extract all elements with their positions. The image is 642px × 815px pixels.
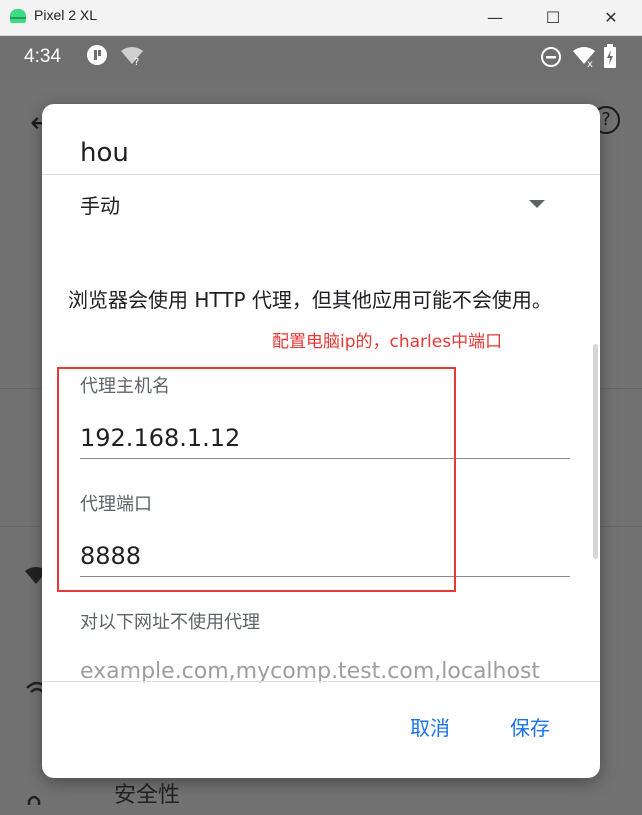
wifi-unknown-icon: ? <box>120 46 144 71</box>
app-notification-icon <box>86 44 108 71</box>
minimize-button[interactable]: — <box>472 0 518 35</box>
bypass-label: 对以下网址不使用代理 <box>80 612 260 633</box>
annotation-text: 配置电脑ip的，charles中端口 <box>272 332 503 352</box>
maximize-button[interactable]: ☐ <box>530 0 576 35</box>
save-button[interactable]: 保存 <box>510 712 550 741</box>
cancel-button[interactable]: 取消 <box>410 712 450 741</box>
window-title: Pixel 2 XL <box>34 7 98 23</box>
dialog-title: hou <box>80 138 129 168</box>
svg-text:?: ? <box>134 57 139 66</box>
svg-text:x: x <box>587 59 593 68</box>
dialog-title-divider <box>42 174 600 175</box>
dialog-actions-divider <box>42 681 600 682</box>
do-not-disturb-icon <box>540 46 562 73</box>
status-time: 4:34 <box>24 46 61 67</box>
dialog-scrollbar[interactable] <box>593 344 598 559</box>
status-bar: 4:34 ? x <box>0 36 642 80</box>
proxy-mode-value: 手动 <box>80 194 120 218</box>
proxy-mode-dropdown[interactable]: 手动 <box>42 176 600 236</box>
proxy-notice-text: 浏览器会使用 HTTP 代理，但其他应用可能不会使用。 <box>68 288 552 312</box>
wifi-off-icon: x <box>572 46 596 73</box>
bypass-hosts-input[interactable] <box>80 651 570 691</box>
emulator-title-bar: Pixel 2 XL — ☐ ✕ <box>0 0 642 36</box>
battery-charging-icon <box>604 44 616 73</box>
android-icon <box>10 9 26 23</box>
background-security-label: 安全性 <box>114 783 181 808</box>
chevron-down-icon <box>529 200 545 208</box>
close-button[interactable]: ✕ <box>588 0 634 35</box>
annotation-highlight-box <box>57 367 456 592</box>
